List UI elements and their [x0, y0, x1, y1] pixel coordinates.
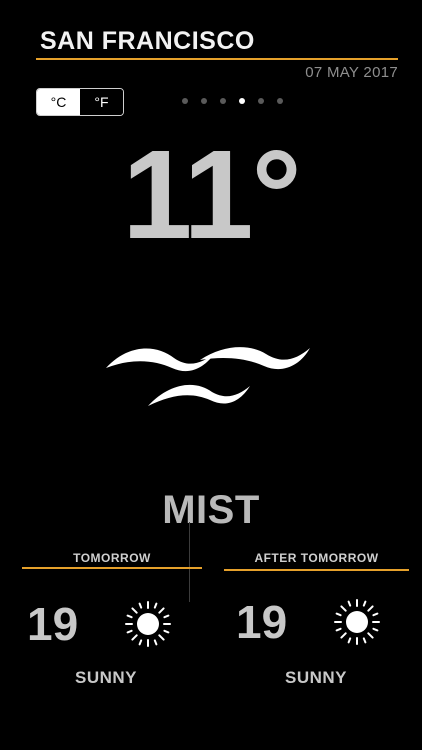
page-dot-active[interactable] — [239, 98, 245, 104]
forecast-condition: SUNNY — [74, 668, 137, 687]
page-dot[interactable] — [220, 98, 226, 104]
page-dot[interactable] — [201, 98, 207, 104]
sun-icon — [334, 599, 380, 645]
forecast-day-label: TOMORROW — [73, 551, 151, 565]
current-temperature: 11° — [122, 124, 302, 265]
forecast-underline — [224, 569, 409, 571]
fahrenheit-button[interactable]: °F — [80, 89, 123, 115]
mist-icon — [106, 347, 310, 406]
forecast-temperature: 19 — [27, 598, 79, 650]
city-underline — [36, 58, 398, 60]
forecast-underline — [22, 567, 202, 569]
forecast-condition: SUNNY — [284, 668, 347, 687]
city-name: SAN FRANCISCO — [40, 27, 255, 55]
celsius-button[interactable]: °C — [37, 89, 80, 115]
forecast-day-label: AFTER TOMORROW — [254, 551, 379, 565]
sun-icon — [125, 601, 171, 647]
unit-toggle[interactable]: °C °F — [36, 88, 124, 116]
current-condition: MIST — [162, 488, 260, 532]
page-dot[interactable] — [277, 98, 283, 104]
page-dot[interactable] — [182, 98, 188, 104]
date-label: 07 MAY 2017 — [305, 64, 398, 81]
forecast-temperature: 19 — [236, 596, 288, 648]
page-dot[interactable] — [258, 98, 264, 104]
page-indicator[interactable] — [182, 98, 283, 104]
